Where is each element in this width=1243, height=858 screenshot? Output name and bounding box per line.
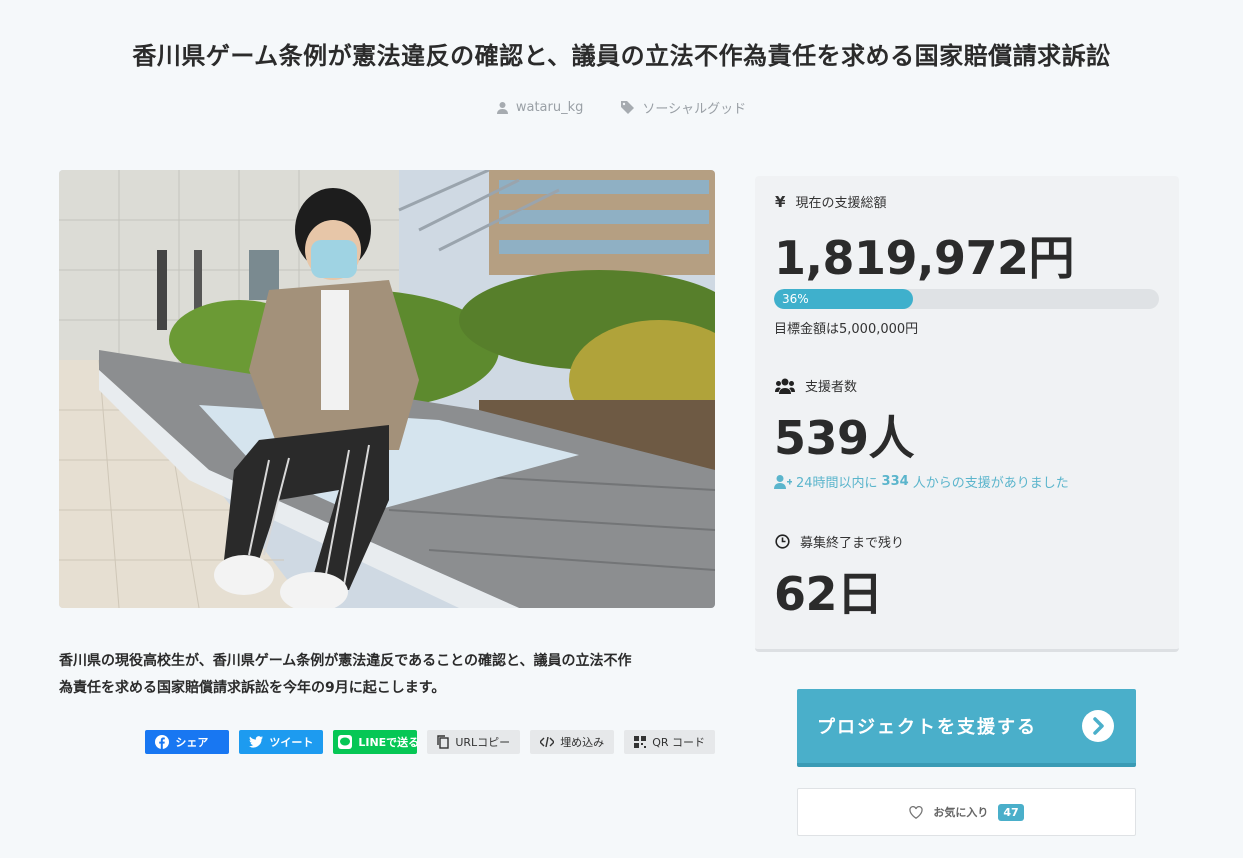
line-icon	[338, 735, 353, 749]
author-link[interactable]: wataru_kg	[496, 98, 584, 117]
qr-code-button[interactable]: QR コード	[624, 730, 715, 754]
recent-prefix: 24時間以内に	[796, 476, 878, 491]
twitter-share-button[interactable]: ツイート	[239, 730, 324, 754]
favorite-count-badge: 47	[998, 803, 1024, 821]
category-link[interactable]: ソーシャルグッド	[621, 98, 746, 117]
lead-line-1: 香川県の現役高校生が、香川県ゲーム条例が憲法違反であることの確認と、議員の立法不…	[59, 653, 632, 669]
project-hero-image	[59, 170, 715, 608]
line-share-button[interactable]: LINEで送る	[333, 730, 420, 754]
chevron-circle-right-icon	[1082, 710, 1114, 742]
total-amount: 1,819,972円	[774, 231, 1075, 285]
favorite-label: お気に入り	[933, 806, 989, 819]
tag-icon	[621, 101, 635, 114]
facebook-share-label: シェア	[175, 736, 209, 749]
clock-icon	[775, 534, 790, 549]
users-icon	[775, 378, 795, 394]
backers-label-row: 支援者数	[775, 376, 857, 395]
remaining-days: 62日	[774, 567, 883, 621]
line-share-label: LINEで送る	[358, 736, 420, 749]
recent-count: 334	[881, 474, 909, 489]
heart-icon	[909, 805, 923, 819]
qrcode-icon	[634, 736, 647, 748]
funding-stats-panel: ¥ 現在の支援総額 1,819,972円 36% 目標金額は5,000,000円…	[755, 176, 1179, 652]
support-project-label: プロジェクトを支援する	[817, 717, 1037, 738]
funding-progress-bar: 36%	[774, 289, 1159, 309]
share-buttons: シェア ツイート LINEで送る URLコピー 埋め込み QR コード	[145, 730, 715, 754]
qr-code-label: QR コード	[652, 736, 705, 749]
project-meta: wataru_kg ソーシャルグッド	[0, 98, 1243, 117]
favorite-button[interactable]: お気に入り 47	[797, 788, 1136, 836]
url-copy-button[interactable]: URLコピー	[427, 730, 521, 754]
embed-label: 埋め込み	[560, 736, 605, 749]
recent-suffix: 人からの支援がありました	[912, 476, 1069, 491]
user-plus-icon	[774, 474, 792, 489]
remaining-label-row: 募集終了まで残り	[775, 532, 904, 551]
url-copy-label: URLコピー	[455, 736, 511, 749]
twitter-share-label: ツイート	[269, 736, 314, 749]
total-label-row: ¥ 現在の支援総額	[775, 192, 887, 212]
total-label: 現在の支援総額	[795, 196, 887, 211]
support-project-button[interactable]: プロジェクトを支援する	[797, 689, 1136, 767]
recent-backers-note: 24時間以内に 334 人からの支援がありました	[774, 472, 1069, 491]
progress-fill: 36%	[774, 289, 913, 309]
copy-icon	[437, 735, 450, 749]
backers-label: 支援者数	[805, 380, 858, 395]
page-title: 香川県ゲーム条例が憲法違反の確認と、議員の立法不作為責任を求める国家賠償請求訴訟	[132, 42, 1111, 70]
yen-icon: ¥	[775, 192, 786, 211]
project-lead: 香川県の現役高校生が、香川県ゲーム条例が憲法違反であることの確認と、議員の立法不…	[59, 648, 719, 702]
category-name: ソーシャルグッド	[642, 102, 747, 117]
user-icon	[496, 101, 508, 114]
facebook-share-button[interactable]: シェア	[145, 730, 230, 754]
embed-button[interactable]: 埋め込み	[530, 730, 615, 754]
goal-amount: 目標金額は5,000,000円	[774, 322, 919, 337]
code-icon	[540, 737, 555, 747]
author-name: wataru_kg	[515, 100, 584, 115]
lead-line-2: 為責任を求める国家賠償請求訴訟を今年の9月に起こします。	[59, 680, 446, 696]
twitter-icon	[249, 736, 264, 748]
backers-count: 539人	[774, 411, 915, 465]
remaining-label: 募集終了まで残り	[800, 536, 905, 551]
facebook-icon	[155, 735, 170, 749]
